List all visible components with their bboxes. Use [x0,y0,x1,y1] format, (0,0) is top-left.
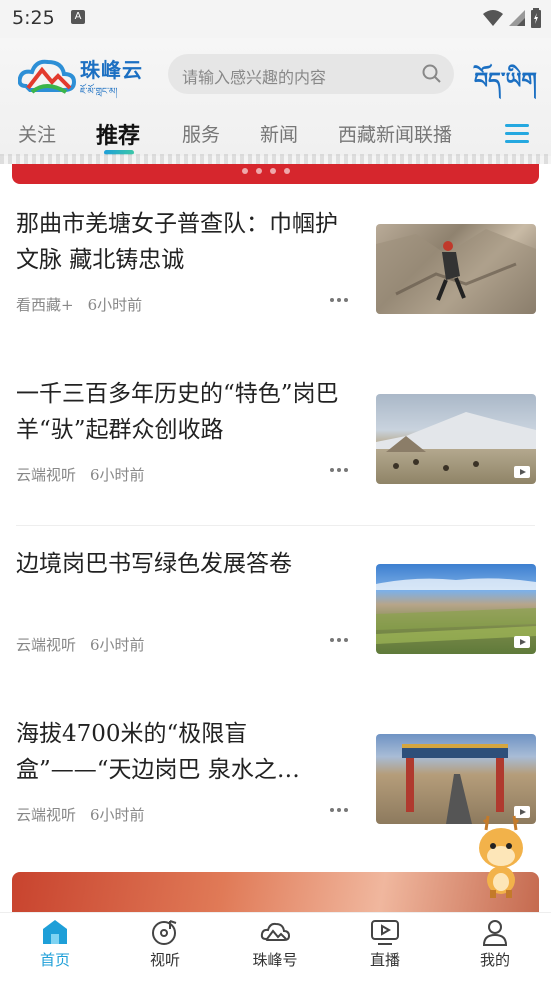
logo-text: 珠峰云 [80,58,143,82]
news-meta: 看西藏+ 6小时前 [16,294,142,315]
news-meta: 云端视听 6小时前 [16,804,145,825]
tibetan-language-link[interactable]: བོད་ཡིག [474,56,537,118]
nav-label: 首页 [39,951,70,969]
news-item[interactable]: 一千三百多年历史的“特色”岗巴羊“驮”起群众创收路 云端视听 6小时前 [0,356,551,526]
news-time: 6小时前 [90,466,145,484]
search-input[interactable]: 请输入感兴趣的内容 [182,64,326,88]
search-bar[interactable]: 请输入感兴趣的内容 [168,54,454,94]
news-title[interactable]: 海拔4700米的“极限盲盒”——“天边岗巴 泉水之… [16,716,352,790]
sheep-grassland-image [376,412,536,471]
news-thumbnail[interactable] [376,224,536,314]
bottom-navigation: 首页 视听 珠峰号 直播 我的 [0,912,551,982]
battery-icon [531,8,541,28]
more-options-icon[interactable] [330,638,348,642]
news-meta: 云端视听 6小时前 [16,464,145,485]
news-time: 6小时前 [87,296,143,314]
play-screen-icon [371,920,399,945]
nav-mine[interactable]: 我的 [440,917,550,970]
tab-recommended[interactable]: 推荐 [96,118,140,150]
more-options-icon[interactable] [330,468,348,472]
app-logo[interactable]: 珠峰云 ཇོ་མོ་གླང་མ། [18,52,148,98]
nav-label: 直播 [369,951,400,969]
cloud-logo-icon [18,59,76,94]
music-disc-icon [152,920,177,945]
news-title[interactable]: 边境岗巴书写绿色发展答卷 [16,546,352,620]
news-source: 云端视听 [16,466,77,484]
tab-follow[interactable]: 关注 [18,120,56,147]
news-source: 云端视听 [16,636,77,654]
nav-live[interactable]: 直播 [330,917,440,970]
channel-menu-icon[interactable] [505,124,529,148]
more-options-icon[interactable] [330,298,348,302]
nav-audiovisual[interactable]: 视听 [110,917,220,970]
logo-subtitle: ཇོ་མོ་གླང་མ། [80,87,118,97]
channel-tabs: 关注 推荐 服务 新闻 西藏新闻联播 [0,114,551,158]
more-options-icon[interactable] [330,808,348,812]
search-icon[interactable] [422,64,442,84]
deer-mascot-icon[interactable] [466,810,536,900]
green-fields-image [376,578,536,644]
news-source: 看西藏+ [16,296,74,314]
news-thumbnail[interactable] [376,394,536,484]
bottom-banner[interactable] [12,872,539,912]
signal-icon [509,10,525,26]
status-time: 5:25 [12,7,55,29]
user-icon [482,920,508,946]
video-badge-icon [514,636,530,648]
news-item[interactable]: 那曲市羌塘女子普查队：巾帼护文脉 藏北铸忠诚 看西藏+ 6小时前 [0,186,551,356]
nav-label: 我的 [479,951,510,969]
tab-services[interactable]: 服务 [182,120,220,147]
banner-pagination [242,168,290,174]
video-badge-icon [514,466,530,478]
status-icons [483,8,541,28]
news-title[interactable]: 那曲市羌塘女子普查队：巾帼护文脉 藏北铸忠诚 [16,206,352,280]
wifi-icon [483,10,503,26]
top-banner[interactable] [12,164,539,184]
notification-icon: A [71,10,85,24]
nav-home[interactable]: 首页 [0,917,110,970]
nav-label: 视听 [149,951,180,969]
news-item[interactable]: 边境岗巴书写绿色发展答卷 云端视听 6小时前 [0,526,551,696]
tab-news[interactable]: 新闻 [260,120,298,147]
news-title[interactable]: 一千三百多年历史的“特色”岗巴羊“驮”起群众创收路 [16,376,352,450]
cloud-logo-icon [260,922,290,941]
news-source: 云端视听 [16,806,77,824]
news-meta: 云端视听 6小时前 [16,634,145,655]
home-icon [43,920,67,944]
nav-zhufeng[interactable]: 珠峰号 [220,917,330,970]
decorative-border [0,154,551,164]
app-header: 珠峰云 ཇོ་མོ་གླང་མ། 请输入感兴趣的内容 བོད་ཡིག 关注 推荐… [0,38,551,156]
climber-image [376,229,536,314]
news-thumbnail[interactable] [376,564,536,654]
status-bar: 5:25 A [0,0,551,38]
news-time: 6小时前 [90,806,145,824]
tab-tibet-news-broadcast[interactable]: 西藏新闻联播 [338,120,452,147]
news-time: 6小时前 [90,636,145,654]
nav-label: 珠峰号 [252,951,298,969]
